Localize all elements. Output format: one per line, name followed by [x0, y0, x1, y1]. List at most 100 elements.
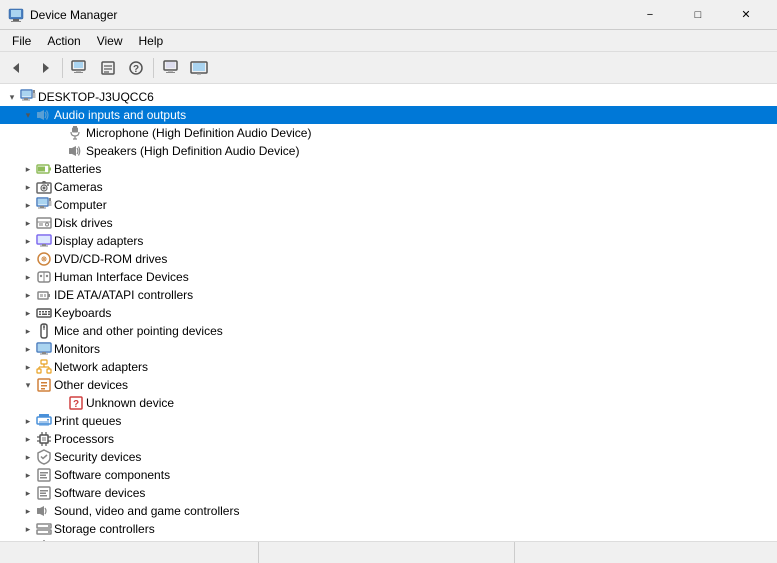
softwarecomp-label: Software components — [52, 468, 170, 482]
toolbar-scan[interactable] — [158, 55, 184, 81]
icon-softwaredev — [36, 485, 52, 501]
tree-item-print[interactable]: ▸ Print queues — [0, 412, 777, 430]
expand-ide[interactable]: ▸ — [20, 287, 36, 303]
root-label: DESKTOP-J3UQCC6 — [36, 90, 154, 104]
expand-security[interactable]: ▸ — [20, 449, 36, 465]
ide-label: IDE ATA/ATAPI controllers — [52, 288, 193, 302]
expand-processors[interactable]: ▸ — [20, 431, 36, 447]
expand-audio[interactable]: ▾ — [20, 107, 36, 123]
device-tree[interactable]: ▾ DESKTOP-J3UQCC6 ▾ — [0, 84, 777, 541]
processors-label: Processors — [52, 432, 114, 446]
expand-disk[interactable]: ▸ — [20, 215, 36, 231]
expand-cameras[interactable]: ▸ — [20, 179, 36, 195]
tree-item-computer[interactable]: ▸ Computer — [0, 196, 777, 214]
expand-storage[interactable]: ▸ — [20, 521, 36, 537]
hid-label: Human Interface Devices — [52, 270, 189, 284]
icon-speakers — [68, 143, 84, 159]
toolbar-sep2 — [153, 58, 154, 78]
other-label: Other devices — [52, 378, 128, 392]
print-label: Print queues — [52, 414, 121, 428]
expand-sound[interactable]: ▸ — [20, 503, 36, 519]
expand-other[interactable]: ▾ — [20, 377, 36, 393]
tree-item-softwaredev[interactable]: ▸ Software devices — [0, 484, 777, 502]
menu-file[interactable]: File — [4, 32, 39, 50]
menu-help[interactable]: Help — [131, 32, 172, 50]
batteries-label: Batteries — [52, 162, 101, 176]
expand-dvd[interactable]: ▸ — [20, 251, 36, 267]
toolbar-sep1 — [62, 58, 63, 78]
icon-network — [36, 359, 52, 375]
maximize-button[interactable]: □ — [675, 0, 721, 30]
tree-item-keyboards[interactable]: ▸ Keyboards — [0, 304, 777, 322]
monitors-label: Monitors — [52, 342, 100, 356]
tree-item-unknown[interactable]: ▸ ? Unknown device — [0, 394, 777, 412]
toolbar-monitor[interactable] — [186, 55, 212, 81]
icon-mouse — [36, 323, 52, 339]
icon-battery — [36, 161, 52, 177]
toolbar-properties[interactable] — [95, 55, 121, 81]
svg-text:?: ? — [73, 399, 79, 410]
tree-item-mice[interactable]: ▸ Mice and other pointing devices — [0, 322, 777, 340]
keyboards-label: Keyboards — [52, 306, 111, 320]
tree-item-other[interactable]: ▾ Other devices — [0, 376, 777, 394]
minimize-button[interactable]: − — [627, 0, 673, 30]
tree-item-monitors[interactable]: ▸ Monitors — [0, 340, 777, 358]
window-title: Device Manager — [30, 8, 627, 22]
menu-bar: File Action View Help — [0, 30, 777, 52]
toolbar-back[interactable] — [4, 55, 30, 81]
tree-item-root[interactable]: ▾ DESKTOP-J3UQCC6 — [0, 88, 777, 106]
tree-item-diskdrives[interactable]: ▸ Disk drives — [0, 214, 777, 232]
tree-item-softwarecomp[interactable]: ▸ Software components — [0, 466, 777, 484]
mice-label: Mice and other pointing devices — [52, 324, 223, 338]
icon-unknown: ? — [68, 395, 84, 411]
expand-print[interactable]: ▸ — [20, 413, 36, 429]
tree-item-batteries[interactable]: ▸ Batteries — [0, 160, 777, 178]
app-icon — [8, 7, 24, 23]
status-section2 — [263, 542, 516, 563]
tree-item-display[interactable]: ▸ Display adapters — [0, 232, 777, 250]
title-bar: Device Manager − □ ✕ — [0, 0, 777, 30]
expand-softwaredev[interactable]: ▸ — [20, 485, 36, 501]
menu-view[interactable]: View — [89, 32, 131, 50]
icon-storage — [36, 521, 52, 537]
icon-processors — [36, 431, 52, 447]
expand-mice[interactable]: ▸ — [20, 323, 36, 339]
icon-disk — [36, 215, 52, 231]
tree-item-storage[interactable]: ▸ Storage controllers — [0, 520, 777, 538]
expand-display[interactable]: ▸ — [20, 233, 36, 249]
tree-item-processors[interactable]: ▸ Processors — [0, 430, 777, 448]
toolbar-computer[interactable] — [67, 55, 93, 81]
icon-dvd — [36, 251, 52, 267]
computer-label: Computer — [52, 198, 107, 212]
expand-root[interactable]: ▾ — [4, 89, 20, 105]
tree-item-speakers[interactable]: ▸ Speakers (High Definition Audio Device… — [0, 142, 777, 160]
expand-batteries[interactable]: ▸ — [20, 161, 36, 177]
tree-item-hid[interactable]: ▸ Human Interface Devices — [0, 268, 777, 286]
security-label: Security devices — [52, 450, 141, 464]
expand-keyboards[interactable]: ▸ — [20, 305, 36, 321]
storage-label: Storage controllers — [52, 522, 155, 536]
expand-network[interactable]: ▸ — [20, 359, 36, 375]
expand-monitors[interactable]: ▸ — [20, 341, 36, 357]
display-label: Display adapters — [52, 234, 143, 248]
main-content: ▾ DESKTOP-J3UQCC6 ▾ — [0, 84, 777, 541]
expand-hid[interactable]: ▸ — [20, 269, 36, 285]
toolbar-help[interactable]: ? — [123, 55, 149, 81]
close-button[interactable]: ✕ — [723, 0, 769, 30]
tree-item-dvd[interactable]: ▸ DVD/CD-ROM drives — [0, 250, 777, 268]
unknown-label: Unknown device — [84, 396, 174, 410]
tree-item-network[interactable]: ▸ Network adapters — [0, 358, 777, 376]
icon-security — [36, 449, 52, 465]
toolbar-forward[interactable] — [32, 55, 58, 81]
tree-item-microphone[interactable]: ▸ Microphone (High Definition Audio Devi… — [0, 124, 777, 142]
tree-item-cameras[interactable]: ▸ Cameras — [0, 178, 777, 196]
tree-item-security[interactable]: ▸ Security devices — [0, 448, 777, 466]
window-controls: − □ ✕ — [627, 0, 769, 30]
menu-action[interactable]: Action — [39, 32, 88, 50]
tree-item-ide[interactable]: ▸ IDE ATA/ATAPI controllers — [0, 286, 777, 304]
tree-item-sound[interactable]: ▸ Sound, video and game controllers — [0, 502, 777, 520]
expand-computer[interactable]: ▸ — [20, 197, 36, 213]
speakers-label: Speakers (High Definition Audio Device) — [84, 144, 299, 158]
expand-softwarecomp[interactable]: ▸ — [20, 467, 36, 483]
tree-item-audio[interactable]: ▾ Audio inputs and outputs — [0, 106, 777, 124]
